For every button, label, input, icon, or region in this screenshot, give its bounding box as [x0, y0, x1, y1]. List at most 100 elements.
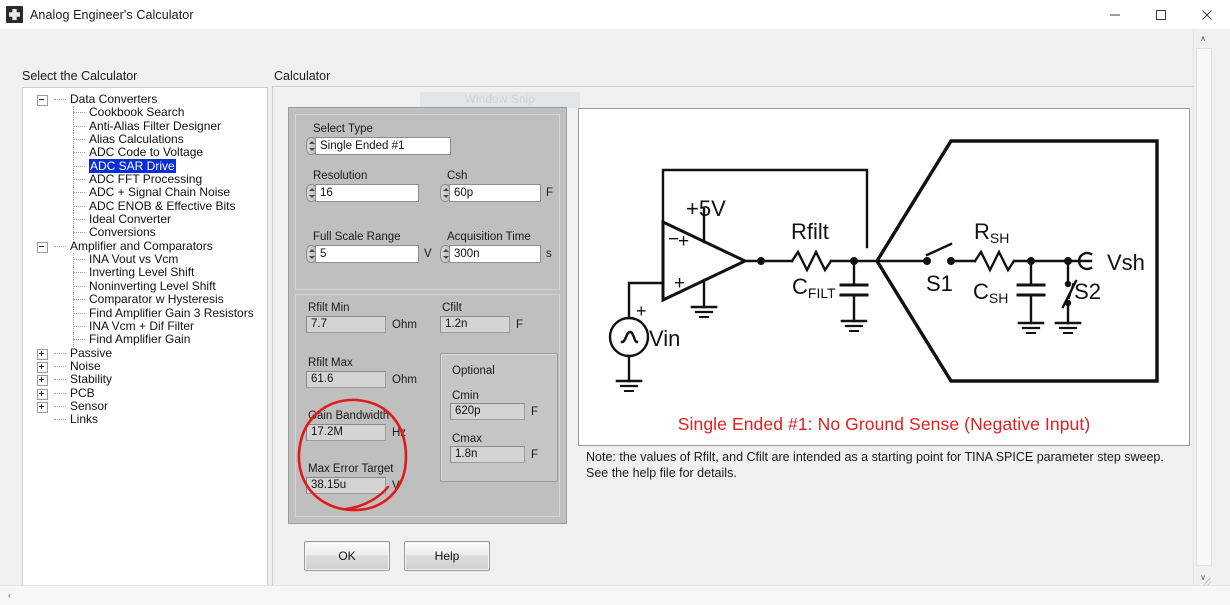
- max-error-target-value: 38.15u: [306, 477, 386, 494]
- acquisition-time-field[interactable]: 300n: [440, 245, 541, 263]
- tree-item-ideal-converter[interactable]: Ideal Converter: [23, 212, 267, 227]
- tree-item-label: Links: [70, 412, 99, 427]
- rfilt-min-value: 7.7: [306, 316, 386, 333]
- tree-item-cookbook-search[interactable]: Cookbook Search: [23, 105, 267, 120]
- help-button[interactable]: Help: [404, 541, 490, 571]
- vertical-scroll-thumb[interactable]: [1196, 48, 1212, 566]
- app-logo-icon: [6, 6, 23, 23]
- tree-item-label: ADC SAR Drive: [89, 158, 176, 173]
- window-title: Analog Engineer's Calculator: [30, 7, 194, 22]
- horizontal-scrollbar[interactable]: ‹: [0, 585, 1230, 605]
- tree-item-links[interactable]: Links: [23, 412, 267, 427]
- tree-guide-line: [73, 319, 74, 334]
- tree-item-label: Alias Calculations: [89, 132, 184, 147]
- csh-field[interactable]: 60p: [440, 184, 541, 202]
- tree-item-find-amplifier-gain[interactable]: Find Amplifier Gain: [23, 332, 267, 347]
- expand-icon[interactable]: [37, 388, 48, 400]
- rfilt-max-value: 61.6: [306, 371, 386, 388]
- collapse-icon[interactable]: [37, 241, 48, 253]
- tree-item-ina-vout-vs-vcm[interactable]: INA Vout vs Vcm: [23, 252, 267, 267]
- cmin-label: Cmin: [452, 390, 479, 402]
- tree-item-passive[interactable]: Passive: [23, 346, 267, 360]
- tree-item-noise[interactable]: Noise: [23, 358, 267, 373]
- tree-item-ina-vcm-dif-filter[interactable]: INA Vcm + Dif Filter: [23, 319, 267, 334]
- expand-icon[interactable]: [37, 401, 48, 413]
- csh-label: Csh: [447, 170, 468, 182]
- resolution-input[interactable]: 16: [315, 184, 419, 202]
- calculator-label: Calculator: [274, 69, 331, 83]
- calculator-tree[interactable]: Data Converters Cookbook Search Anti-Alias…: [22, 87, 268, 586]
- s1-label: S1: [926, 271, 953, 296]
- tree-item-inverting-level-shift[interactable]: Inverting Level Shift: [23, 265, 267, 280]
- cfilt-unit: F: [516, 319, 524, 331]
- tree-item-adc-code-to-voltage[interactable]: ADC Code to Voltage: [23, 145, 267, 160]
- max-error-target-label: Max Error Target: [308, 463, 394, 475]
- expand-icon[interactable]: [37, 375, 48, 387]
- collapse-icon[interactable]: [37, 95, 48, 106]
- vsh-label: Vsh: [1107, 250, 1145, 275]
- window-snip-watermark: Window Snip: [420, 92, 580, 108]
- tree-item-label: ADC FFT Processing: [89, 172, 203, 187]
- gain-bandwidth-value: 17.2M: [306, 424, 386, 441]
- tree-item-data-converters[interactable]: Data Converters: [23, 92, 267, 106]
- tree-connector: [73, 205, 85, 207]
- tree-item-label: Data Converters: [70, 92, 158, 106]
- tree-guide-line: [73, 213, 74, 227]
- expand-icon[interactable]: [37, 348, 48, 360]
- tree-item-conversions[interactable]: Conversions: [23, 225, 267, 240]
- tree-item-comparator-w-hysteresis[interactable]: Comparator w Hysteresis: [23, 292, 267, 307]
- help-button-label: Help: [434, 549, 460, 563]
- tree-item-label: Sensor: [70, 398, 109, 413]
- tree-item-adc-fft-processing[interactable]: ADC FFT Processing: [23, 172, 267, 187]
- vin-polarity-sign: +: [636, 301, 647, 321]
- select-calculator-label: Select the Calculator: [22, 69, 138, 83]
- cfilt-label: CFILT: [792, 274, 836, 301]
- tree-item-label: ADC + Signal Chain Noise: [89, 185, 231, 200]
- schematic-image: − + + + +5V Vin Rfilt S1 /S2 Vsh CFILT R…: [578, 108, 1190, 446]
- tree-connector: [73, 232, 85, 234]
- rfilt-max-unit: Ohm: [392, 374, 417, 386]
- tree-item-label: Noise: [70, 358, 101, 373]
- tree-connector: [73, 259, 85, 261]
- tree-item-stability[interactable]: Stability: [23, 372, 267, 387]
- full-scale-range-field[interactable]: 5: [306, 245, 419, 263]
- csh-input[interactable]: 60p: [449, 184, 541, 202]
- acquisition-time-input[interactable]: 300n: [449, 245, 541, 263]
- tree-item-sensor[interactable]: Sensor: [23, 398, 267, 413]
- tree-connector: [73, 219, 85, 221]
- scroll-up-button[interactable]: ∧: [1194, 29, 1212, 47]
- tree-item-adc-enob-effective-bits[interactable]: ADC ENOB & Effective Bits: [23, 199, 267, 214]
- expand-icon[interactable]: [37, 361, 48, 373]
- tree-item-adc-sar-drive[interactable]: ADC SAR Drive: [23, 158, 267, 174]
- select-type-input[interactable]: Single Ended #1: [315, 137, 451, 155]
- tree-item-label: PCB: [70, 385, 95, 400]
- cmax-label: Cmax: [452, 433, 483, 445]
- full-scale-range-input[interactable]: 5: [315, 245, 419, 263]
- vertical-scrollbar[interactable]: ∧ ∨: [1193, 29, 1212, 586]
- cmin-value: 620p: [450, 403, 525, 420]
- content-pane: Select the Calculator Calculator Data Co…: [0, 29, 1212, 586]
- tree-connector: [73, 299, 85, 301]
- scroll-left-button[interactable]: ‹: [0, 586, 19, 605]
- select-type-field[interactable]: Single Ended #1: [306, 137, 451, 155]
- tree-item-find-amplifier-gain-3-resistors[interactable]: Find Amplifier Gain 3 Resistors: [23, 306, 267, 320]
- minimize-button[interactable]: [1092, 0, 1138, 29]
- tree-connector: [73, 272, 85, 274]
- resize-grip[interactable]: [1204, 578, 1211, 585]
- resolution-field[interactable]: 16: [306, 184, 419, 202]
- tree-item-adc-signal-chain-noise[interactable]: ADC + Signal Chain Noise: [23, 185, 267, 200]
- close-button[interactable]: [1184, 0, 1230, 29]
- ok-button[interactable]: OK: [304, 541, 390, 571]
- tree-item-amplifier-and-comparators[interactable]: Amplifier and Comparators: [23, 239, 267, 253]
- maximize-button[interactable]: [1138, 0, 1184, 29]
- tree-item-alias-calculations[interactable]: Alias Calculations: [23, 132, 267, 147]
- tree-connector: [73, 152, 85, 154]
- select-type-label: Select Type: [313, 123, 373, 135]
- tree-item-anti-alias-filter-designer[interactable]: Anti-Alias Filter Designer: [23, 119, 267, 134]
- tree-connector: [73, 192, 85, 194]
- tree-item-label: Find Amplifier Gain: [89, 332, 191, 347]
- tree-item-noninverting-level-shift[interactable]: Noninverting Level Shift: [23, 279, 267, 294]
- rfilt-label: Rfilt: [791, 219, 829, 244]
- tree-connector: [54, 365, 66, 367]
- tree-item-pcb[interactable]: PCB: [23, 385, 267, 400]
